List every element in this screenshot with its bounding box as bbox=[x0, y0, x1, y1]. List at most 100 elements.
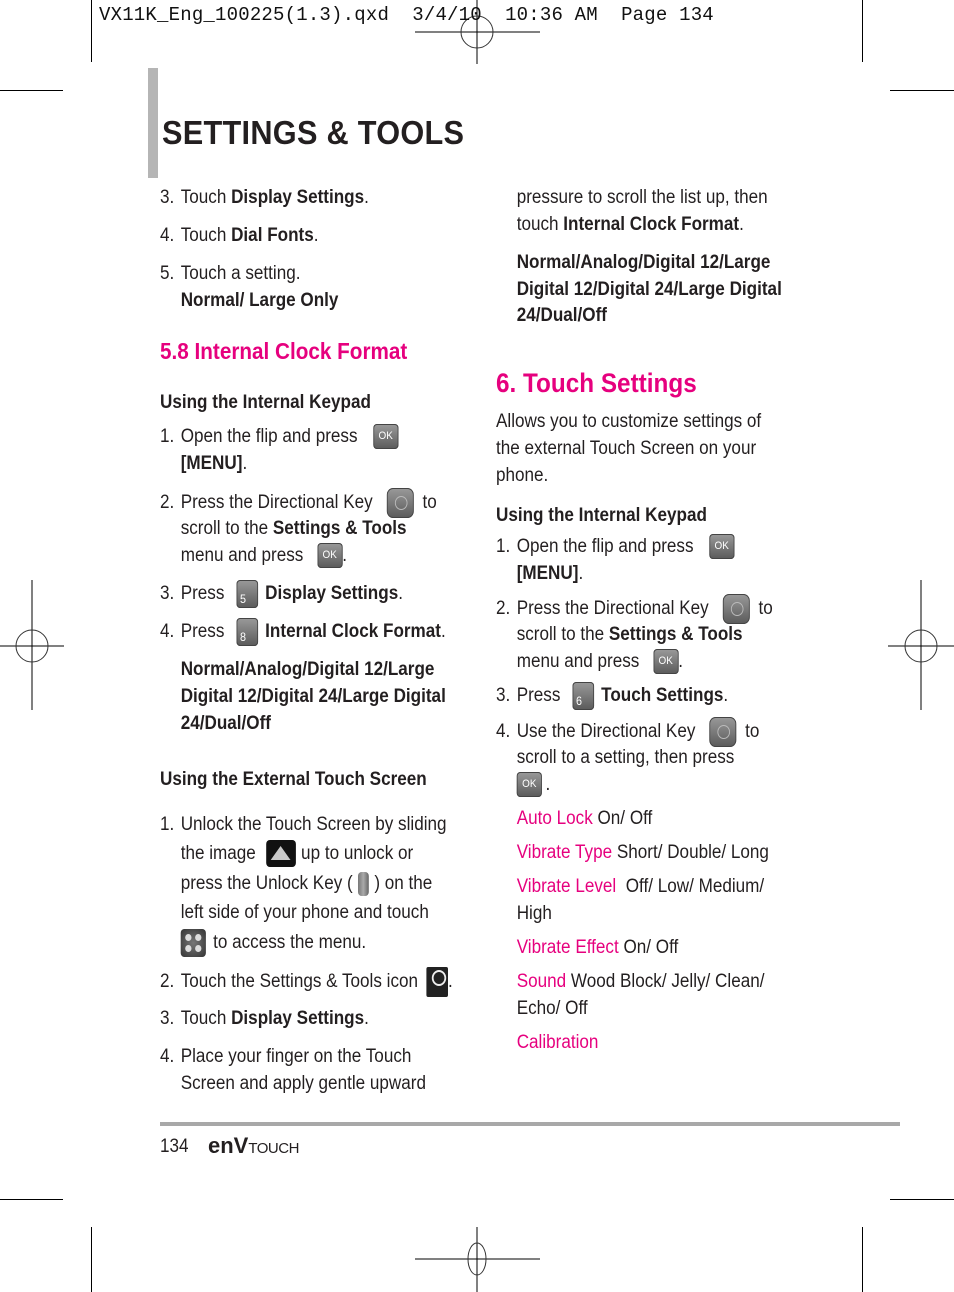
step-text: . bbox=[342, 545, 348, 566]
list-item: 3. Touch Display Settings. bbox=[160, 1005, 369, 1032]
step-text: to bbox=[422, 492, 437, 514]
step-text: Press bbox=[180, 583, 225, 605]
crop-mark bbox=[890, 1199, 954, 1200]
options-text: Normal/Analog/Digital 12/Large bbox=[516, 252, 771, 273]
setting-name: Vibrate Level bbox=[516, 876, 617, 897]
step-text: ) on the bbox=[374, 873, 433, 894]
step-text: to bbox=[745, 721, 760, 743]
list-item: 5. Touch a setting. bbox=[160, 260, 300, 287]
setting-name: Sound bbox=[516, 971, 567, 992]
list-item: 1. Open the flip and press OK bbox=[496, 533, 735, 560]
step-bold: Settings & Tools bbox=[272, 518, 407, 539]
setting-item: Sound Wood Block/ Jelly/ Clean/ bbox=[496, 968, 765, 995]
crop-mark bbox=[862, 0, 863, 62]
step-text: pressure to scroll the list up, then bbox=[516, 187, 768, 208]
step-text: Touch a setting. bbox=[180, 263, 301, 284]
step-continuation: scroll to the Settings & Tools bbox=[160, 515, 407, 542]
step-text: scroll to the bbox=[516, 624, 609, 645]
list-item: 2. Press the Directional Key to bbox=[160, 488, 437, 518]
step-text: . bbox=[739, 214, 744, 235]
setting-item: Auto Lock On/ Off bbox=[496, 805, 653, 832]
step-number: 5. bbox=[160, 263, 175, 284]
clock-options-line: 24/Dual/Off bbox=[496, 302, 607, 329]
step-text: Press the Directional Key bbox=[180, 492, 373, 514]
step-continuation: menu and press OK. bbox=[160, 542, 347, 569]
step-text: Press bbox=[516, 685, 561, 707]
setting-values: Short/ Double/ Long bbox=[612, 842, 769, 863]
subheading: Using the Internal Keypad bbox=[496, 505, 707, 526]
list-item: 1. Unlock the Touch Screen by sliding bbox=[160, 811, 447, 838]
step-text: to access the menu. bbox=[213, 932, 367, 954]
step-text: up to unlock or bbox=[301, 843, 414, 864]
step-continuation: left side of your phone and touch bbox=[160, 899, 429, 926]
step-number: 2. bbox=[496, 598, 511, 620]
crop-mark bbox=[0, 1199, 63, 1200]
directional-key-icon bbox=[722, 594, 750, 624]
step-number: 4. bbox=[160, 225, 175, 246]
list-item: 2. Press the Directional Key to bbox=[496, 594, 773, 624]
intro-line: phone. bbox=[496, 465, 549, 486]
unlock-key-icon bbox=[358, 871, 369, 896]
step-continuation: menu and press OK. bbox=[496, 648, 683, 675]
intro-line: Allows you to customize settings of bbox=[496, 411, 762, 432]
ok-key-icon: OK bbox=[373, 424, 399, 450]
unlock-arrow-icon bbox=[265, 840, 296, 868]
options-text: Normal/Analog/Digital 12/Large bbox=[180, 659, 435, 680]
subheading: Using the External Touch Screen bbox=[160, 769, 427, 790]
setting-name: Vibrate Effect bbox=[516, 937, 619, 958]
crop-mark bbox=[862, 1227, 863, 1292]
step-number: 4. bbox=[160, 1046, 175, 1067]
step-continuation: touch Internal Clock Format. bbox=[496, 211, 744, 238]
options-text: 24/Dual/Off bbox=[180, 713, 271, 734]
step-number: 1. bbox=[160, 426, 175, 447]
setting-values: Off/ Low/ Medium/ bbox=[616, 876, 765, 897]
menu-grid-icon bbox=[180, 929, 206, 957]
crop-mark bbox=[890, 90, 954, 91]
ok-key-icon: OK bbox=[317, 543, 343, 569]
options-text: Digital 12/Digital 24/Large Digital bbox=[180, 686, 446, 707]
crop-mark bbox=[0, 90, 63, 91]
step-continuation: scroll to a setting, then press bbox=[496, 744, 735, 771]
list-item: 4. Use the Directional Key to bbox=[496, 717, 759, 747]
clock-options-line: Normal/Analog/Digital 12/Large bbox=[160, 656, 435, 683]
step-continuation: OK. bbox=[496, 771, 550, 798]
setting-name: Calibration bbox=[516, 1032, 599, 1053]
options-text: Normal/ Large Only bbox=[160, 287, 339, 314]
step-text: . bbox=[578, 563, 584, 584]
setting-name: Vibrate Type bbox=[516, 842, 613, 863]
key-8-icon: 8 bbox=[236, 618, 258, 646]
clock-options-line: Digital 12/Digital 24/Large Digital bbox=[496, 276, 782, 303]
step-text: . bbox=[447, 971, 453, 993]
step-bold: Touch Settings bbox=[601, 685, 724, 707]
step-text: Use the Directional Key bbox=[516, 721, 696, 743]
step-number: 3. bbox=[496, 685, 511, 707]
step-text: Open the flip and press bbox=[180, 426, 358, 447]
ok-key-icon: OK bbox=[653, 649, 679, 675]
list-item: 3. Press 6 Touch Settings. bbox=[496, 682, 728, 710]
step-bold: Internal Clock Format bbox=[265, 621, 441, 643]
step-text: Screen and apply gentle upward bbox=[180, 1073, 426, 1094]
directional-key-icon bbox=[386, 488, 414, 518]
footer-rule bbox=[160, 1122, 900, 1126]
right-column: pressure to scroll the list up, then tou… bbox=[496, 0, 793, 1110]
key-5-icon: 5 bbox=[236, 580, 258, 608]
list-item: 4. Place your finger on the Touch bbox=[160, 1043, 411, 1070]
ok-key-icon: OK bbox=[516, 772, 542, 798]
step-text: Open the flip and press bbox=[516, 536, 694, 557]
step-number: 4. bbox=[160, 621, 175, 643]
step-bold: Display Settings bbox=[231, 187, 365, 208]
step-text: . bbox=[398, 583, 403, 605]
step-bold: Settings & Tools bbox=[608, 624, 743, 645]
step-text: Press the Directional Key bbox=[516, 598, 709, 620]
list-item: 4. Touch Dial Fonts. bbox=[160, 222, 318, 249]
menu-label: [MENU] bbox=[180, 453, 243, 474]
step-text: . bbox=[545, 774, 551, 795]
step-continuation: scroll to the Settings & Tools bbox=[496, 621, 743, 648]
step-continuation: pressure to scroll the list up, then bbox=[496, 184, 768, 211]
logo-suffix: TOUCH bbox=[248, 1140, 299, 1157]
list-item: 3. Touch Display Settings. bbox=[160, 184, 369, 211]
setting-values: Wood Block/ Jelly/ Clean/ bbox=[566, 971, 765, 992]
clock-options-line: Digital 12/Digital 24/Large Digital bbox=[160, 683, 446, 710]
setting-name: Auto Lock bbox=[516, 808, 593, 829]
step-text: scroll to the bbox=[180, 518, 273, 539]
